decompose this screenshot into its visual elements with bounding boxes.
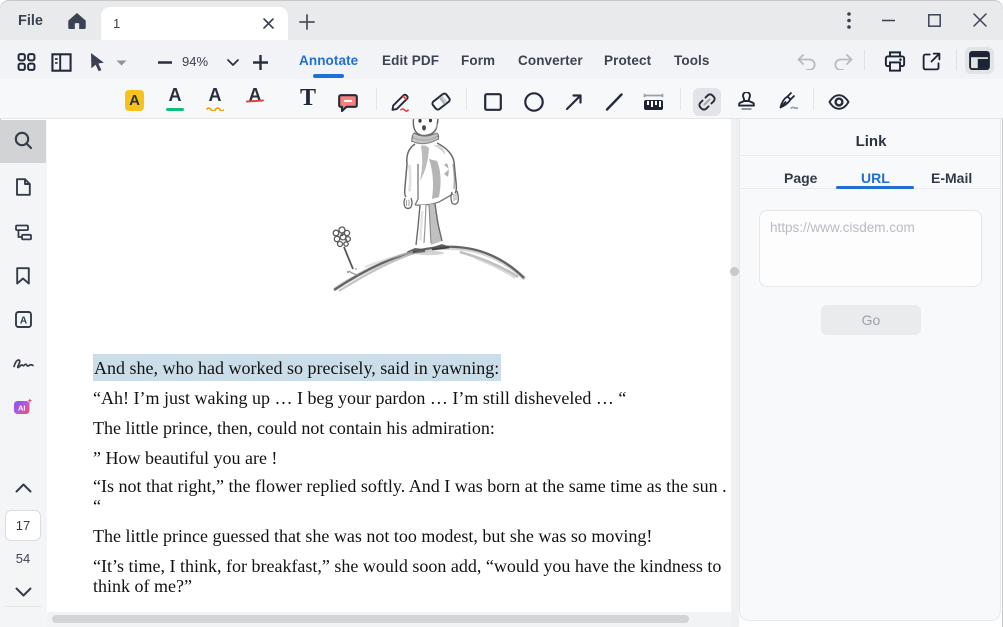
- svg-text:AI: AI: [18, 404, 26, 413]
- svg-text:A: A: [20, 315, 27, 326]
